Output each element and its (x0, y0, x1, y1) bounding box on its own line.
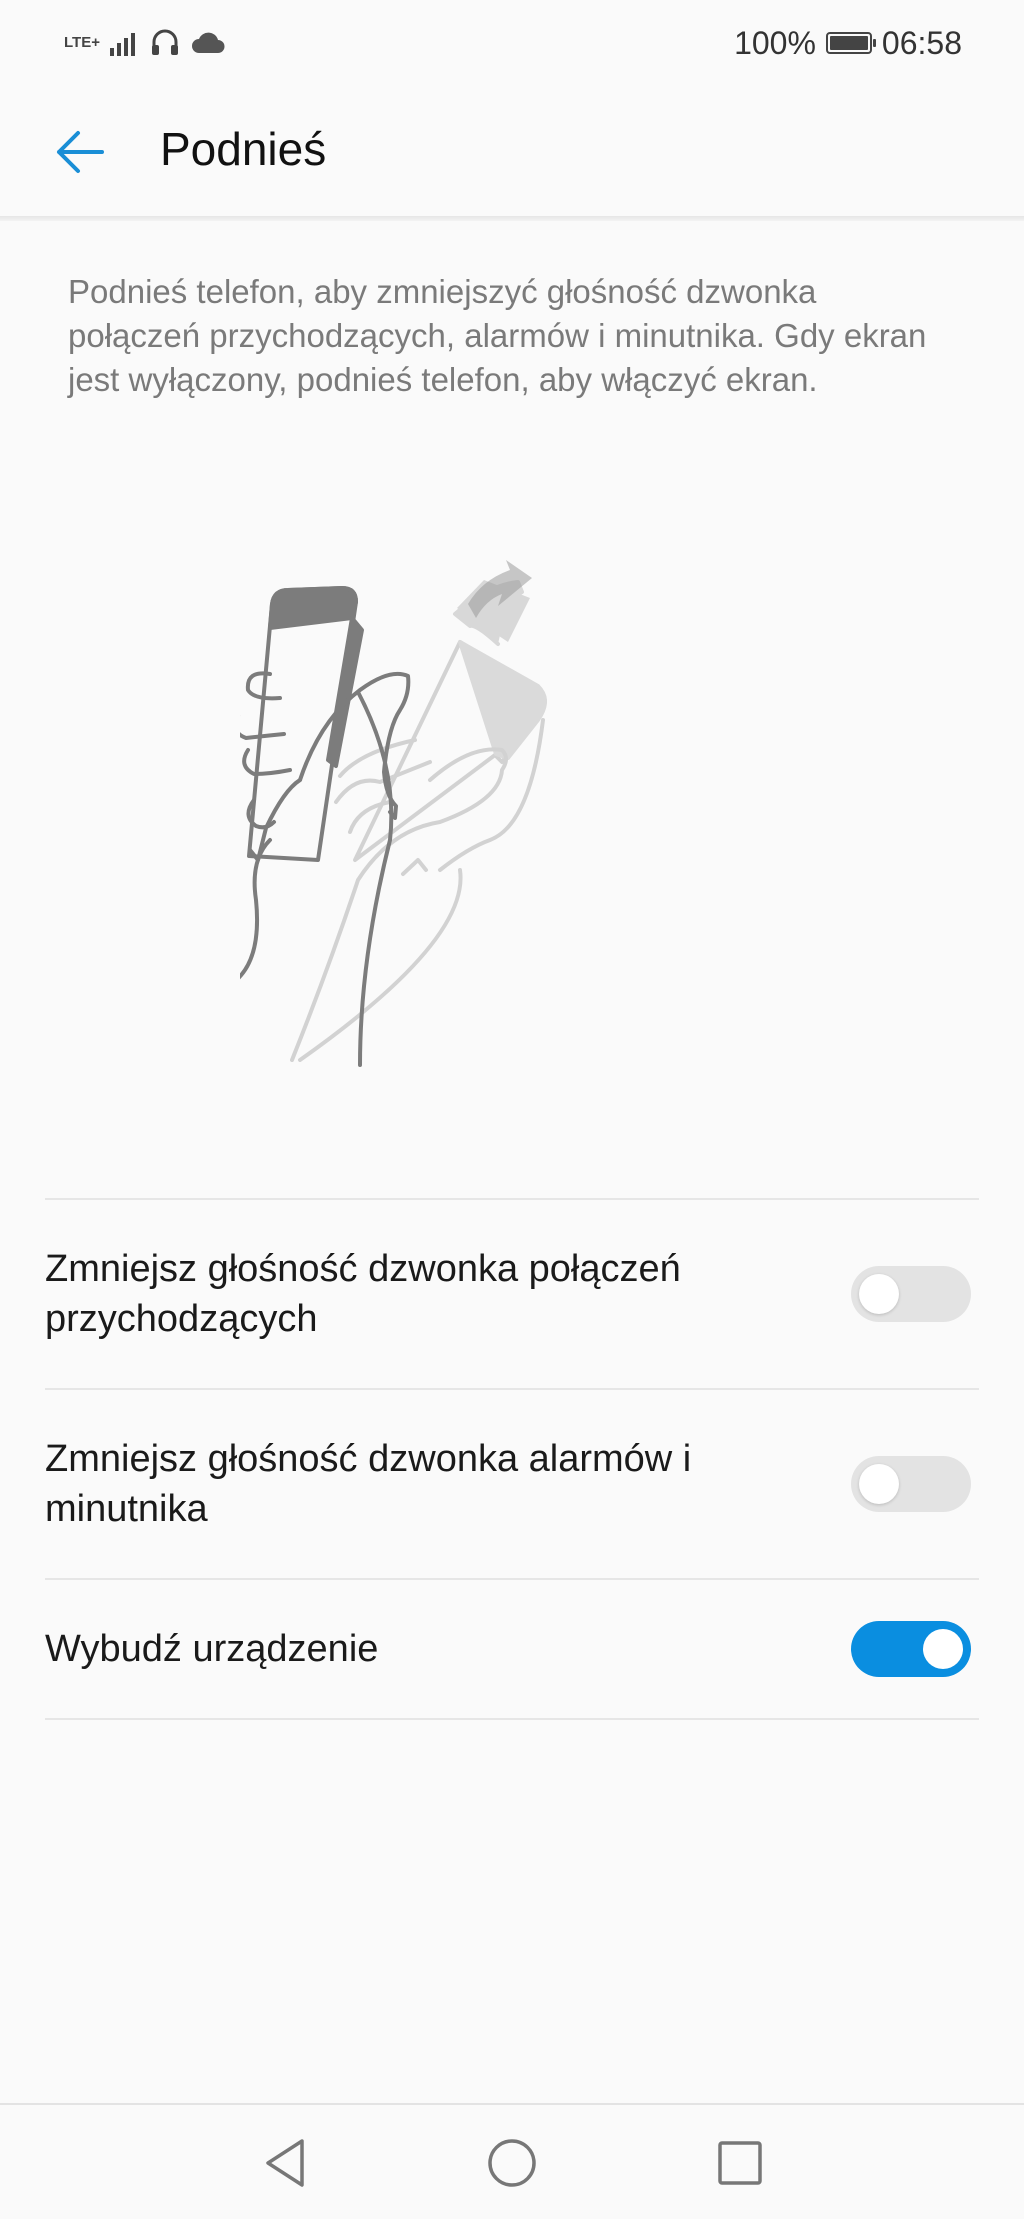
setting-row-reduce-alarm-timer[interactable]: Zmniejsz głośność dzwonka alarmów i minu… (45, 1390, 979, 1578)
setting-label: Wybudź urządzenie (45, 1628, 379, 1670)
toggle-knob (859, 1464, 899, 1504)
clock: 06:58 (881, 24, 962, 61)
app-bar: Podnieś (0, 86, 1024, 216)
back-button[interactable] (44, 116, 116, 188)
setting-label: Zmniejsz głośność dzwonka połączeń przyc… (45, 1248, 681, 1340)
setting-label: Zmniejsz głośność dzwonka alarmów i minu… (45, 1438, 692, 1530)
setting-row-wake-device[interactable]: Wybudź urządzenie (45, 1580, 979, 1718)
status-icons-right: 100% 06:58 (734, 25, 962, 62)
back-triangle-icon[interactable] (258, 2135, 314, 2191)
toggle-wake-device[interactable] (851, 1621, 971, 1677)
list-divider (45, 1718, 979, 1720)
headset-icon (151, 29, 178, 55)
page-title: Podnieś (160, 123, 327, 175)
arrow-left-icon (57, 131, 104, 173)
home-circle-icon[interactable] (484, 2135, 540, 2191)
app-bar-divider (0, 216, 1024, 221)
toggle-reduce-alarm-timer[interactable] (851, 1456, 971, 1512)
toggle-knob (923, 1629, 963, 1669)
network-type: LTE+ (64, 34, 100, 51)
faded-hand-phone (290, 580, 547, 1062)
signal-icon (109, 33, 135, 56)
cloud-icon (191, 32, 225, 53)
status-icons-left: LTE+ (64, 29, 226, 57)
setting-row-reduce-call-ringtone[interactable]: Zmniejsz głośność dzwonka połączeń przyc… (45, 1200, 979, 1388)
raise-phone-illustration (240, 560, 547, 1067)
battery-icon (825, 32, 876, 54)
settings-list: Zmniejsz głośność dzwonka połączeń przyc… (45, 1198, 979, 1720)
recents-square-icon[interactable] (712, 2135, 768, 2191)
status-bar: LTE+ 100% 06:58 (0, 0, 1024, 86)
battery-percent: 100% (734, 24, 816, 61)
toggle-reduce-call-ringtone[interactable] (851, 1266, 971, 1322)
toggle-knob (859, 1274, 899, 1314)
feature-description: Podnieś telefon, aby zmniejszyć głośność… (68, 273, 927, 398)
system-nav-bar (0, 2103, 1024, 2219)
